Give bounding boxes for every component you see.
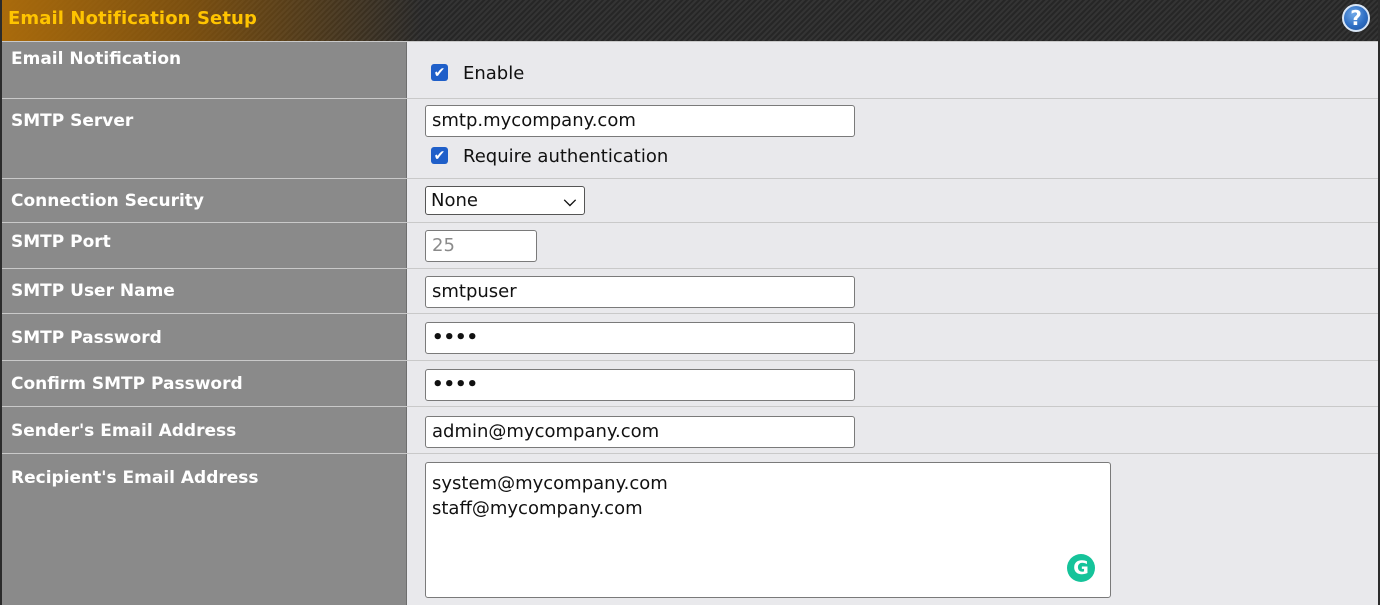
- recipient-email-textarea[interactable]: system@mycompany.com staff@mycompany.com…: [425, 462, 1111, 598]
- help-icon[interactable]: ?: [1342, 4, 1370, 32]
- grammarly-icon[interactable]: G: [1067, 554, 1095, 582]
- recipient-line: system@mycompany.com: [432, 473, 668, 494]
- row-label: Connection Security: [11, 191, 204, 211]
- panel-header: Email Notification Setup ?: [2, 0, 1378, 42]
- row-connection-security: Connection Security None ⌵: [2, 178, 1378, 222]
- row-smtp-user-name: SMTP User Name smtpuser: [2, 268, 1378, 313]
- row-label: SMTP User Name: [11, 281, 175, 301]
- select-value: None: [431, 190, 478, 211]
- row-label: SMTP Server: [11, 111, 134, 131]
- require-authentication-label: Require authentication: [463, 146, 669, 167]
- row-label: Recipient's Email Address: [11, 468, 259, 488]
- row-recipient-email: Recipient's Email Address system@mycompa…: [2, 453, 1378, 605]
- email-notification-panel: Email Notification Setup ? Email Notific…: [0, 0, 1380, 605]
- row-label: Confirm SMTP Password: [11, 374, 243, 394]
- chevron-down-icon: ⌵: [563, 191, 576, 210]
- row-label: Email Notification: [11, 49, 182, 69]
- row-label: Sender's Email Address: [11, 421, 237, 441]
- row-smtp-password: SMTP Password ••••: [2, 313, 1378, 360]
- smtp-user-name-input[interactable]: smtpuser: [425, 276, 855, 308]
- row-smtp-server: SMTP Server smtp.mycompany.com ✔ Require…: [2, 98, 1378, 178]
- row-sender-email: Sender's Email Address admin@mycompany.c…: [2, 406, 1378, 453]
- recipient-line: staff@mycompany.com: [432, 498, 643, 519]
- row-label: SMTP Password: [11, 328, 162, 348]
- confirm-smtp-password-input[interactable]: ••••: [425, 369, 855, 401]
- row-confirm-smtp-password: Confirm SMTP Password ••••: [2, 360, 1378, 406]
- enable-checkbox[interactable]: ✔: [431, 64, 448, 81]
- row-email-notification: Email Notification ✔ Enable: [2, 41, 1378, 98]
- panel-title: Email Notification Setup: [8, 8, 257, 29]
- smtp-port-input[interactable]: 25: [425, 230, 537, 262]
- connection-security-select[interactable]: None ⌵: [425, 186, 585, 215]
- row-label: SMTP Port: [11, 232, 111, 252]
- row-smtp-port: SMTP Port 25: [2, 222, 1378, 268]
- smtp-server-input[interactable]: smtp.mycompany.com: [425, 105, 855, 137]
- enable-label: Enable: [463, 63, 525, 84]
- sender-email-input[interactable]: admin@mycompany.com: [425, 416, 855, 448]
- smtp-password-input[interactable]: ••••: [425, 322, 855, 354]
- require-authentication-checkbox[interactable]: ✔: [431, 147, 448, 164]
